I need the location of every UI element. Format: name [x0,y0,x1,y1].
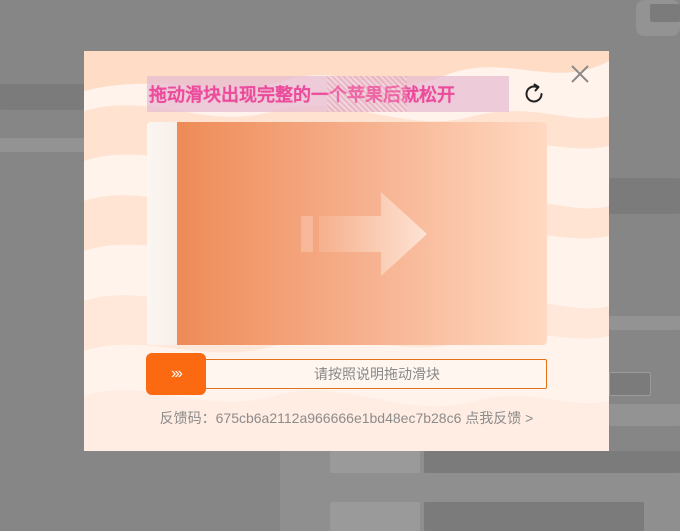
slider-handle[interactable]: ››› [146,353,206,395]
captcha-dialog: 拖动滑块出现完整的一个苹果后就松开 请按照说明拖动滑块 ››› 反馈码：675c… [84,51,609,451]
feedback-row: 反馈码：675cb6a2112a966666e1bd48ec7b28c6 点我反… [84,408,609,428]
background-block [330,502,420,531]
slider-hint: 请按照说明拖动滑块 [314,366,440,382]
background-block [0,84,84,110]
feedback-link[interactable]: 点我反馈 > [465,410,533,426]
background-block [424,451,680,473]
background-block [650,4,680,22]
puzzle-piece [177,122,547,345]
chevron-right-icon: ››› [171,365,183,382]
background-block [0,138,84,152]
background-block [609,178,680,214]
refresh-icon[interactable] [522,82,546,106]
background-block [609,316,680,330]
background-block [424,502,644,531]
background-block [330,451,420,473]
puzzle-image [147,122,547,345]
background-block [609,372,651,396]
feedback-code: 675cb6a2112a966666e1bd48ec7b28c6 [215,410,462,426]
slider-track[interactable]: 请按照说明拖动滑块 [147,359,547,389]
close-icon[interactable] [569,63,591,85]
instruction-noise [327,76,407,112]
puzzle-gap [147,122,177,345]
background-block [609,404,680,426]
feedback-prefix: 反馈码： [159,410,216,426]
right-arrow-icon [301,192,427,276]
